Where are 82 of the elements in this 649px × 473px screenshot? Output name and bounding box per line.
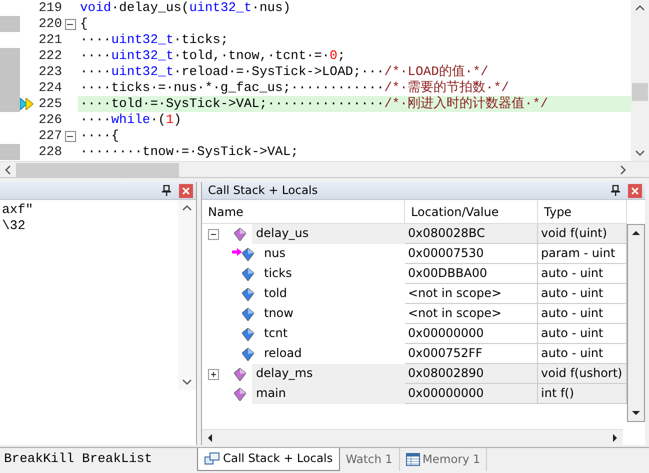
vertical-scrollbar[interactable] [631, 0, 649, 161]
code-line: void·delay_us(uint32_t·nus) [79, 0, 292, 16]
fold-toggle[interactable] [64, 130, 76, 142]
line-number: 228 [38, 144, 62, 160]
value-cell: <not in scope> [405, 284, 538, 304]
line-number: 226 [38, 112, 62, 128]
code-line: { [79, 16, 89, 32]
scroll-right-icon[interactable] [618, 165, 628, 176]
variable-name[interactable]: tnow [260, 304, 405, 324]
vertical-scrollbar[interactable] [627, 224, 645, 422]
scroll-down-icon[interactable] [635, 148, 645, 158]
code-line: ····while·(1) [79, 112, 182, 128]
line-number: 222 [38, 48, 62, 64]
type-cell: void f(ushort) [538, 364, 627, 384]
value-cell: 0x00007530 [405, 244, 538, 264]
output-line: \32 [2, 218, 26, 234]
line-number: 225 [38, 96, 62, 112]
code-line: ········tnow·=·SysTick->VAL; [79, 144, 300, 160]
line-number: 224 [38, 80, 62, 96]
line-number: 220 [38, 16, 62, 32]
code-line: ····{ [79, 128, 120, 144]
function-name[interactable]: delay_us [252, 224, 405, 244]
pin-icon[interactable] [611, 185, 620, 196]
close-icon [182, 186, 190, 194]
variable-name[interactable]: nus [260, 244, 405, 264]
scroll-left-icon[interactable] [3, 164, 13, 174]
diamond-icon [242, 348, 254, 360]
vertical-scrollbar[interactable] [178, 200, 196, 390]
scroll-thumb[interactable] [16, 162, 179, 176]
code-line: ····ticks·=·nus·*·g_fac_us;············/*·需要的节拍数·*/ [79, 80, 510, 96]
table-icon [406, 453, 420, 466]
output-line: axf" [2, 202, 34, 218]
scroll-thumb[interactable] [632, 83, 648, 101]
line-number: 223 [38, 64, 62, 80]
diamond-icon [234, 368, 246, 380]
diamond-icon [242, 308, 254, 320]
diamond-icon [242, 248, 254, 260]
line-number: 219 [38, 0, 62, 16]
scroll-up-icon[interactable] [631, 228, 641, 238]
fold-toggle[interactable] [64, 18, 76, 30]
type-cell: void f(uint) [538, 224, 627, 244]
code-line: ····uint32_t·told,·tnow,·tcnt·=·0; [79, 48, 346, 64]
diamond-icon [242, 288, 254, 300]
scroll-right-icon[interactable] [610, 432, 620, 442]
function-name[interactable]: delay_ms [252, 364, 405, 384]
variable-name[interactable]: ticks [260, 264, 405, 284]
collapse-toggle[interactable] [208, 228, 219, 240]
scroll-down-icon[interactable] [182, 377, 192, 387]
panel-tab[interactable]: Watch 1 [340, 448, 400, 471]
type-cell: int f() [538, 384, 627, 404]
windows-icon [204, 452, 220, 466]
horizontal-scrollbar[interactable] [202, 429, 623, 445]
value-cell: <not in scope> [405, 304, 538, 324]
scroll-up-icon[interactable] [182, 203, 192, 213]
diamond-icon [242, 328, 254, 340]
close-button[interactable] [179, 184, 193, 198]
panel-tab[interactable]: Call Stack + Locals [197, 448, 340, 471]
panel-title: Call Stack + Locals [208, 182, 319, 199]
diamond-icon [234, 388, 246, 400]
expand-toggle[interactable] [208, 368, 219, 380]
variable-name[interactable]: reload [260, 344, 405, 364]
panel-tab[interactable]: Memory 1 [400, 448, 488, 471]
line-number: 221 [38, 32, 62, 48]
variable-name[interactable]: told [260, 284, 405, 304]
scroll-down-icon[interactable] [631, 408, 641, 418]
code-line: ····uint32_t·reload·=·SysTick->LOAD;···/*·LOAD的值·*/ [79, 64, 490, 80]
horizontal-scrollbar[interactable] [0, 161, 649, 177]
close-button[interactable] [628, 184, 642, 198]
value-cell: 0x00000000 [405, 324, 538, 344]
value-cell: 0x08002890 [405, 364, 538, 384]
value-cell: 0x080028BC [405, 224, 538, 244]
code-line: ····uint32_t·ticks; [79, 32, 230, 48]
pin-icon[interactable] [162, 185, 171, 196]
value-cell: 0x00DBBA00 [405, 264, 538, 284]
scroll-up-icon[interactable] [635, 3, 645, 13]
diamond-icon [242, 268, 254, 280]
function-name[interactable]: main [252, 384, 405, 404]
variable-name[interactable]: tcnt [260, 324, 405, 344]
value-cell: 0x00000000 [405, 384, 538, 404]
line-number: 227 [38, 128, 62, 144]
close-icon [631, 186, 639, 194]
diamond-icon [234, 228, 246, 240]
